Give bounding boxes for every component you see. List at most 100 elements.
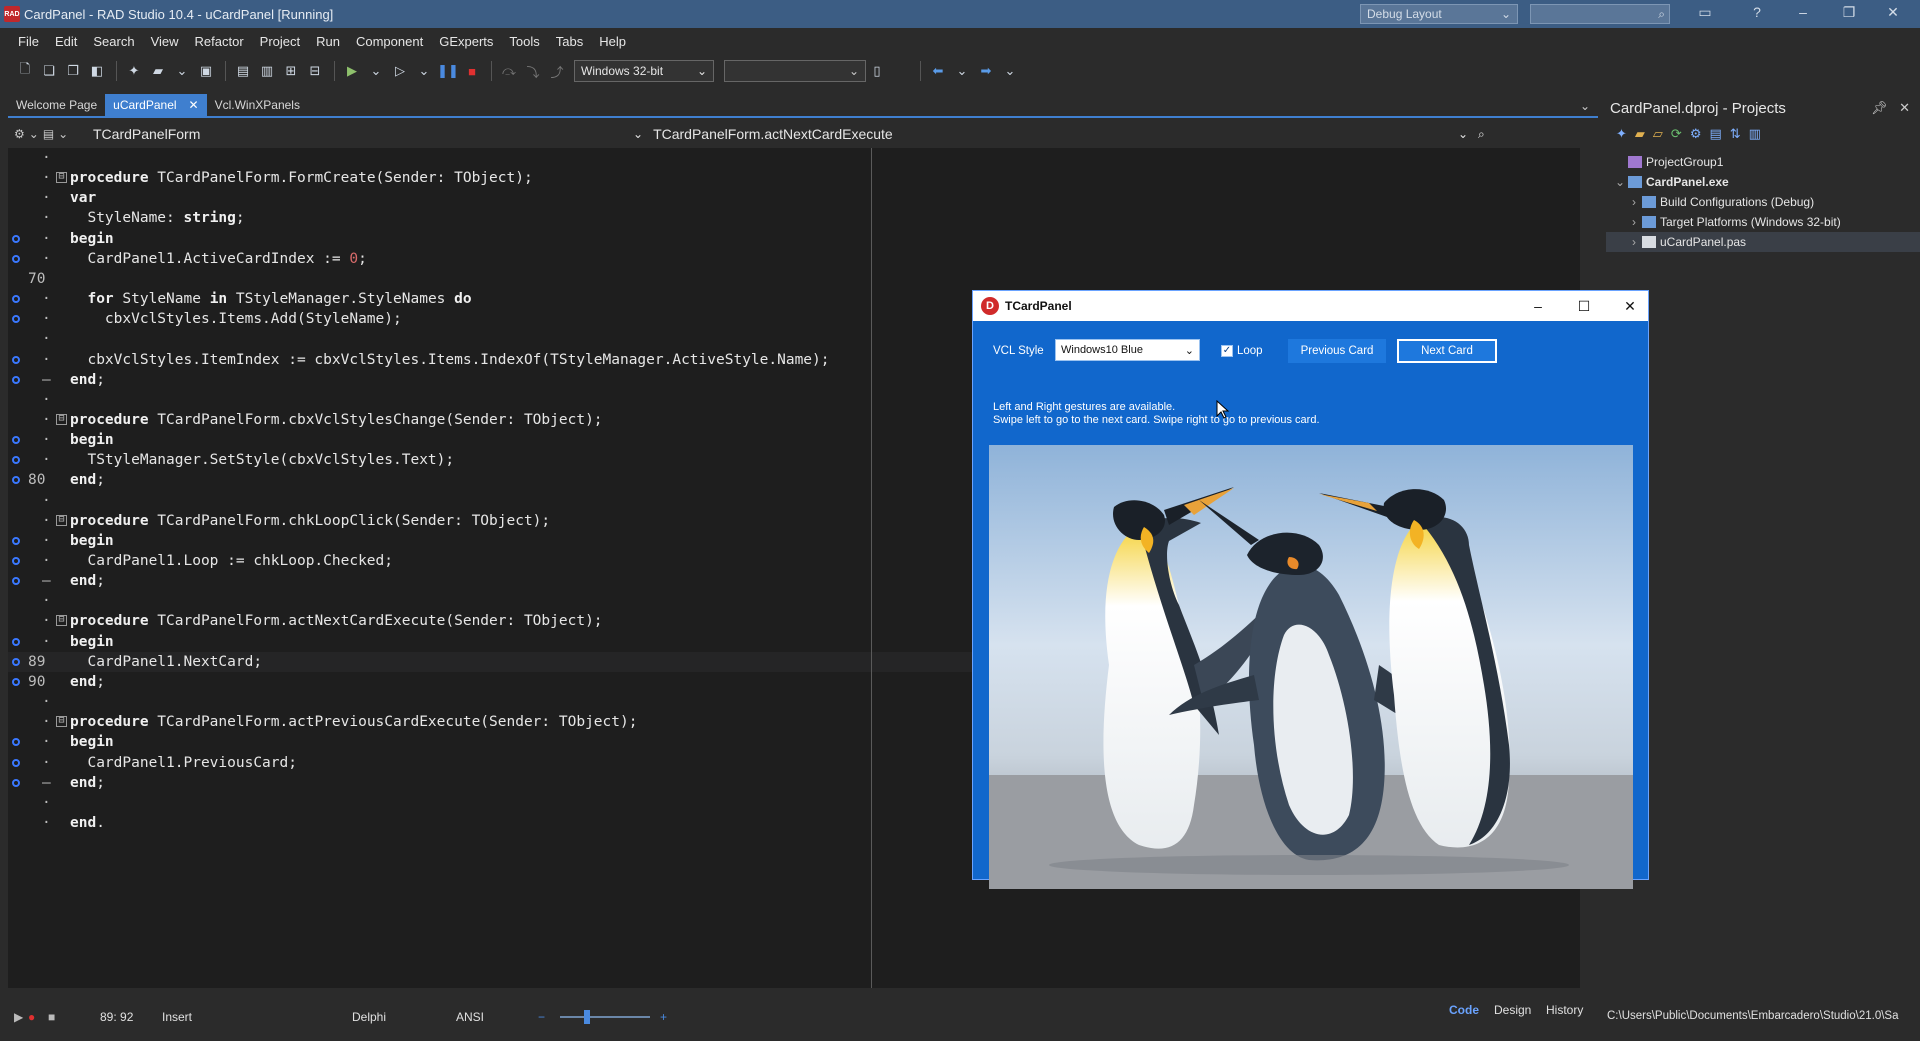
chevron-down-icon[interactable]: ⌄ <box>1580 99 1590 113</box>
minimize-icon[interactable]: – <box>1523 295 1553 317</box>
add-to-project-icon[interactable]: ⊞ <box>280 60 302 82</box>
pin-icon[interactable]: 📌︎ <box>1871 100 1888 115</box>
unit-icon[interactable]: ▤ <box>43 127 54 141</box>
new-file-icon[interactable]: 🗋 <box>14 60 36 82</box>
project-tree-item[interactable]: ⌄ CardPanel.exe <box>1606 172 1920 192</box>
new-items-icon[interactable]: ❏ <box>38 60 60 82</box>
configuration-select[interactable]: ⌄ <box>724 60 866 82</box>
view-form-icon[interactable]: ◧ <box>86 60 108 82</box>
code-line[interactable]: · <box>8 148 1598 168</box>
breakpoint-marker-icon[interactable] <box>12 738 20 747</box>
stop-icon[interactable]: ■ <box>461 60 483 82</box>
sort-icon[interactable]: ⇅ <box>1730 126 1741 142</box>
menu-view[interactable]: View <box>143 34 187 49</box>
project-tree-item[interactable]: › Build Configurations (Debug) <box>1606 192 1920 212</box>
breakpoint-marker-icon[interactable] <box>12 234 20 243</box>
code-line[interactable]: · StyleName: string; <box>8 208 1598 228</box>
chevron-down-icon[interactable]: ⌄ <box>171 60 193 82</box>
zoom-slider-thumb[interactable] <box>584 1010 590 1024</box>
remove-from-project-icon[interactable]: ⊟ <box>304 60 326 82</box>
vcl-style-combo[interactable]: Windows10 Blue ⌄ <box>1055 339 1200 361</box>
code-line[interactable]: 70 <box>8 269 1598 289</box>
expand-toggle-icon[interactable]: › <box>1628 195 1640 209</box>
activate-icon[interactable]: ✦ <box>1616 126 1627 142</box>
menu-edit[interactable]: Edit <box>47 34 85 49</box>
code-line[interactable]: · var <box>8 188 1598 208</box>
ide-search-input[interactable]: ⌕ <box>1530 4 1670 24</box>
chevron-down-icon[interactable]: ⌄ <box>999 60 1021 82</box>
menu-help[interactable]: Help <box>591 34 634 49</box>
tab-code[interactable]: Code <box>1449 1003 1479 1017</box>
run-icon[interactable]: ▶ <box>341 60 363 82</box>
code-line[interactable]: · ⊟ procedure TCardPanelForm.FormCreate(Se… <box>8 168 1598 188</box>
save-as-icon[interactable]: ▥ <box>256 60 278 82</box>
breakpoint-marker-icon[interactable] <box>12 536 20 545</box>
menu-run[interactable]: Run <box>308 34 348 49</box>
close-icon[interactable]: ✕ <box>1615 295 1645 317</box>
breakpoint-marker-icon[interactable] <box>12 456 20 465</box>
open-icon[interactable]: ❐ <box>62 60 84 82</box>
maximize-icon[interactable]: ☐ <box>1569 295 1599 317</box>
menu-file[interactable]: File <box>10 34 47 49</box>
platform-select[interactable]: Windows 32-bit ⌄ <box>574 60 714 82</box>
tab-vcl-winxpanels[interactable]: Vcl.WinXPanels <box>207 94 308 116</box>
zoom-slider[interactable] <box>560 1016 650 1018</box>
card-panel-image[interactable] <box>989 445 1633 889</box>
close-icon[interactable]: ✕ <box>1878 4 1908 21</box>
save-icon[interactable]: ▣ <box>195 60 217 82</box>
breakpoint-marker-icon[interactable] <box>12 315 20 324</box>
zoom-out-icon[interactable]: − <box>538 1010 545 1024</box>
class-selector[interactable]: TCardPanelForm <box>93 126 633 142</box>
new-project-icon[interactable]: ✦ <box>123 60 145 82</box>
tab-history[interactable]: History <box>1546 1003 1583 1017</box>
stop-icon[interactable]: ■ <box>48 1010 55 1024</box>
open-folder-icon[interactable]: ▱ <box>1653 126 1663 142</box>
breakpoint-marker-icon[interactable] <box>12 758 20 767</box>
build-icon[interactable]: ⚙ <box>1690 126 1702 142</box>
next-card-button[interactable]: Next Card <box>1397 339 1497 363</box>
loop-checkbox[interactable]: ✓ <box>1221 345 1233 357</box>
menu-tabs[interactable]: Tabs <box>548 34 591 49</box>
chevron-down-icon[interactable]: ⌄ <box>951 60 973 82</box>
options-icon[interactable]: ▤ <box>1709 126 1721 142</box>
minimize-icon[interactable]: – <box>1788 4 1818 20</box>
fold-toggle-icon[interactable]: ⊟ <box>56 615 67 627</box>
method-selector[interactable]: TCardPanelForm.actNextCardExecute <box>653 126 893 142</box>
chevron-down-icon[interactable]: ⌄ <box>29 127 39 141</box>
fold-toggle-icon[interactable]: ⊟ <box>56 514 67 526</box>
help-icon[interactable]: ? <box>1742 4 1772 20</box>
menu-tools[interactable]: Tools <box>501 34 547 49</box>
chevron-down-icon[interactable]: ⌄ <box>633 127 643 141</box>
breakpoint-marker-icon[interactable] <box>12 657 20 666</box>
breakpoint-marker-icon[interactable] <box>12 375 20 384</box>
view-icon[interactable]: ▥ <box>1749 126 1761 142</box>
menu-project[interactable]: Project <box>252 34 308 49</box>
tab-ucardpanel[interactable]: uCardPanel ✕ <box>105 94 207 116</box>
expand-toggle-icon[interactable]: › <box>1628 215 1640 229</box>
step-into-icon[interactable]: ⤵ <box>522 60 544 82</box>
record-icon[interactable]: ● <box>28 1010 35 1024</box>
add-new-icon[interactable]: ▰ <box>1635 126 1645 142</box>
chevron-down-icon[interactable]: ⌄ <box>58 127 68 141</box>
close-icon[interactable]: ✕ <box>189 98 199 112</box>
breakpoint-marker-icon[interactable] <box>12 577 20 586</box>
chevron-down-icon[interactable]: ⌄ <box>413 60 435 82</box>
project-tree-item[interactable]: › Target Platforms (Windows 32-bit) <box>1606 212 1920 232</box>
project-tree-item[interactable]: › uCardPanel.pas <box>1606 232 1920 252</box>
tab-design[interactable]: Design <box>1494 1003 1531 1017</box>
layout-select[interactable]: Debug Layout ⌄ <box>1360 4 1518 24</box>
code-line[interactable]: · CardPanel1.ActiveCardIndex := 0; <box>8 249 1598 269</box>
chevron-down-icon[interactable]: ⌄ <box>1458 127 1468 141</box>
device-icon[interactable]: ▯ <box>866 60 888 82</box>
breakpoint-marker-icon[interactable] <box>12 557 20 565</box>
loop-label[interactable]: Loop <box>1237 345 1263 357</box>
fold-toggle-icon[interactable]: ⊟ <box>56 716 67 728</box>
fold-toggle-icon[interactable]: ⊟ <box>56 172 67 184</box>
menu-search[interactable]: Search <box>85 34 142 49</box>
breakpoint-marker-icon[interactable] <box>12 254 20 263</box>
remote-desktop-icon[interactable]: ▭ <box>1690 4 1720 21</box>
code-line[interactable]: · begin <box>8 229 1598 249</box>
expand-toggle-icon[interactable]: › <box>1628 235 1640 249</box>
structure-icon[interactable]: ⚙ <box>14 127 25 141</box>
breakpoint-marker-icon[interactable] <box>12 295 20 304</box>
